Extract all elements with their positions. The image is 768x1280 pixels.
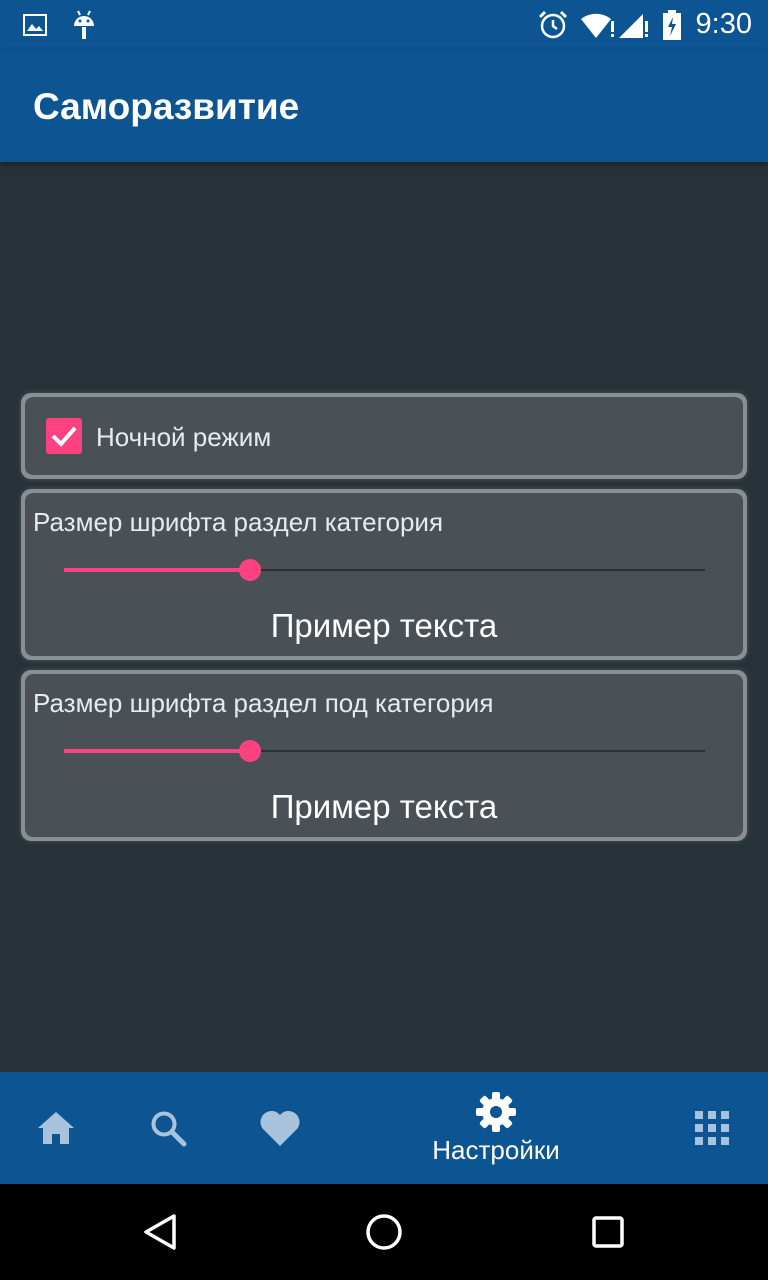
grid-icon <box>695 1111 729 1145</box>
subcategory-font-label: Размер шрифта раздел под категория <box>33 688 494 718</box>
subcategory-font-card-body: Размер шрифта раздел под категория Приме… <box>25 674 743 837</box>
search-icon <box>151 1111 187 1147</box>
subcategory-sample-text: Пример текста <box>270 788 498 825</box>
night-mode-checkbox[interactable] <box>46 418 82 454</box>
system-navigation-bar <box>0 1184 768 1280</box>
android-icon <box>70 10 98 40</box>
screen: 9:30 Саморазвитие Ночной режим Размер шр… <box>0 0 768 1280</box>
nav-more[interactable] <box>680 1072 744 1184</box>
gear-icon <box>476 1091 516 1132</box>
night-mode-label[interactable]: Ночной режим <box>96 422 271 453</box>
home-button[interactable] <box>360 1212 408 1252</box>
gallery-icon <box>22 10 48 40</box>
slider-fill <box>64 749 250 753</box>
battery-icon <box>660 10 684 40</box>
night-mode-card-body: Ночной режим <box>25 397 743 475</box>
slider-thumb[interactable] <box>238 740 261 762</box>
square-recents-icon <box>592 1216 624 1248</box>
nav-favorites[interactable] <box>248 1072 312 1184</box>
category-font-card: Размер шрифта раздел категория Пример те… <box>21 489 747 660</box>
nav-home[interactable] <box>24 1072 88 1184</box>
subcategory-font-card: Размер шрифта раздел под категория Приме… <box>21 670 747 841</box>
heart-icon <box>260 1110 300 1146</box>
category-sample-text: Пример текста <box>270 607 498 644</box>
check-icon <box>51 426 77 447</box>
slider-thumb[interactable] <box>238 559 261 581</box>
circle-home-icon <box>366 1214 402 1250</box>
back-button[interactable] <box>136 1212 184 1252</box>
category-font-label: Размер шрифта раздел категория <box>33 507 444 537</box>
nav-search[interactable] <box>136 1072 200 1184</box>
app-bar: Саморазвитие <box>0 50 768 162</box>
night-mode-card: Ночной режим <box>21 393 747 479</box>
nav-settings-label: Настройки <box>432 1134 560 1165</box>
category-font-card-body: Размер шрифта раздел категория Пример те… <box>25 493 743 656</box>
bottom-navigation: Настройки <box>0 1072 768 1184</box>
alarm-icon <box>537 10 569 40</box>
status-time: 9:30 <box>695 8 752 40</box>
page-title: Саморазвитие <box>33 86 300 127</box>
slider-fill <box>64 568 250 572</box>
subcategory-font-slider[interactable] <box>64 736 705 766</box>
status-bar: 9:30 <box>0 0 768 50</box>
recents-button[interactable] <box>584 1212 632 1252</box>
wifi-icon <box>580 10 616 40</box>
nav-settings[interactable]: Настройки <box>416 1072 576 1184</box>
signal-icon <box>617 10 649 40</box>
home-icon <box>38 1112 74 1144</box>
back-icon <box>144 1214 176 1250</box>
category-font-slider[interactable] <box>64 555 705 585</box>
